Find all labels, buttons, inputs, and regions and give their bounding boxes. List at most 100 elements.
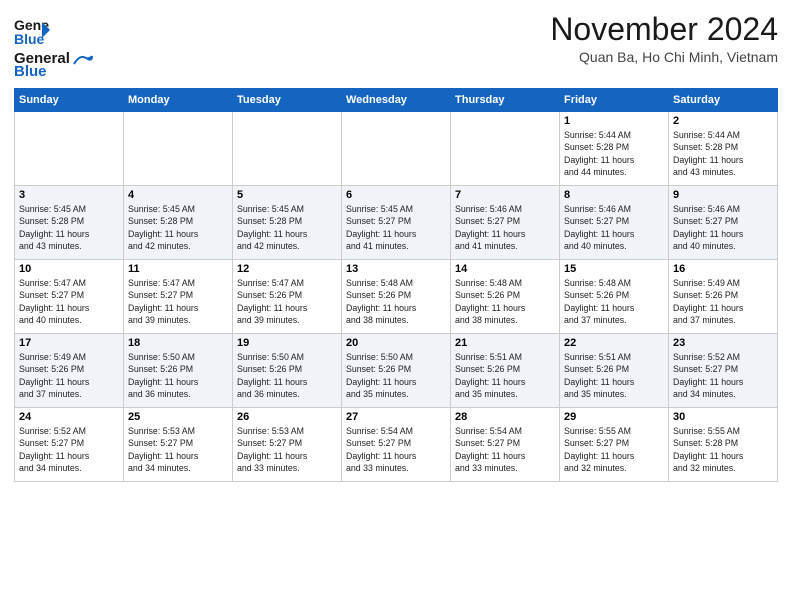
day-info: Sunrise: 5:52 AM Sunset: 5:27 PM Dayligh… — [19, 425, 119, 474]
calendar-cell: 8 Sunrise: 5:46 AM Sunset: 5:27 PM Daylig… — [560, 186, 669, 260]
day-number: 15 — [564, 263, 664, 275]
day-number: 5 — [237, 189, 337, 201]
day-number: 6 — [346, 189, 446, 201]
calendar-cell: 2 Sunrise: 5:44 AM Sunset: 5:28 PM Daylig… — [669, 112, 778, 186]
calendar-cell: 6Sunrise: 5:45 AM Sunset: 5:27 PM Daylig… — [342, 186, 451, 260]
weekday-header: Friday — [560, 89, 669, 112]
day-info: Sunrise: 5:46 AM Sunset: 5:27 PM Dayligh… — [673, 203, 773, 252]
calendar-cell: 1 Sunrise: 5:44 AM Sunset: 5:28 PM Daylig… — [560, 112, 669, 186]
calendar-cell: 11Sunrise: 5:47 AM Sunset: 5:27 PM Dayli… — [124, 260, 233, 334]
logo-bird-icon — [72, 52, 94, 66]
calendar-cell: 25 Sunrise: 5:53 AM Sunset: 5:27 PM Dayli… — [124, 408, 233, 482]
day-number: 14 — [455, 263, 555, 275]
day-number: 2 — [673, 115, 773, 127]
calendar-cell: 10 Sunrise: 5:47 AM Sunset: 5:27 PM Dayli… — [15, 260, 124, 334]
day-number: 10 — [19, 263, 119, 275]
calendar-cell — [342, 112, 451, 186]
calendar-cell: 9 Sunrise: 5:46 AM Sunset: 5:27 PM Daylig… — [669, 186, 778, 260]
calendar-cell: 18 Sunrise: 5:50 AM Sunset: 5:26 PM Dayli… — [124, 334, 233, 408]
day-info: Sunrise: 5:47 AM Sunset: 5:26 PM Dayligh… — [237, 277, 337, 326]
calendar-cell: 5 Sunrise: 5:45 AM Sunset: 5:28 PM Daylig… — [233, 186, 342, 260]
day-number: 16 — [673, 263, 773, 275]
weekday-header: Thursday — [451, 89, 560, 112]
calendar-cell: 29Sunrise: 5:55 AM Sunset: 5:27 PM Dayli… — [560, 408, 669, 482]
calendar-cell: 20Sunrise: 5:50 AM Sunset: 5:26 PM Dayli… — [342, 334, 451, 408]
title-area: November 2024 Quan Ba, Ho Chi Minh, Viet… — [550, 12, 778, 65]
calendar-cell: 4 Sunrise: 5:45 AM Sunset: 5:28 PM Daylig… — [124, 186, 233, 260]
day-number: 30 — [673, 411, 773, 423]
day-number: 22 — [564, 337, 664, 349]
calendar-cell — [15, 112, 124, 186]
day-info: Sunrise: 5:48 AM Sunset: 5:26 PM Dayligh… — [564, 277, 664, 326]
day-number: 12 — [237, 263, 337, 275]
day-info: Sunrise: 5:49 AM Sunset: 5:26 PM Dayligh… — [673, 277, 773, 326]
day-number: 19 — [237, 337, 337, 349]
day-info: Sunrise: 5:53 AM Sunset: 5:27 PM Dayligh… — [128, 425, 228, 474]
day-info: Sunrise: 5:45 AM Sunset: 5:28 PM Dayligh… — [128, 203, 228, 252]
calendar-cell: 7 Sunrise: 5:46 AM Sunset: 5:27 PM Daylig… — [451, 186, 560, 260]
month-title: November 2024 — [550, 12, 778, 47]
day-info: Sunrise: 5:48 AM Sunset: 5:26 PM Dayligh… — [346, 277, 446, 326]
logo: General Blue General Blue — [14, 12, 94, 80]
day-info: Sunrise: 5:44 AM Sunset: 5:28 PM Dayligh… — [564, 129, 664, 178]
calendar-cell — [233, 112, 342, 186]
day-number: 27 — [346, 411, 446, 423]
day-info: Sunrise: 5:53 AM Sunset: 5:27 PM Dayligh… — [237, 425, 337, 474]
calendar-week-row: 17Sunrise: 5:49 AM Sunset: 5:26 PM Dayli… — [15, 334, 778, 408]
day-info: Sunrise: 5:50 AM Sunset: 5:26 PM Dayligh… — [128, 351, 228, 400]
calendar-week-row: 3Sunrise: 5:45 AM Sunset: 5:28 PM Daylig… — [15, 186, 778, 260]
day-info: Sunrise: 5:45 AM Sunset: 5:28 PM Dayligh… — [19, 203, 119, 252]
day-number: 1 — [564, 115, 664, 127]
calendar-cell: 22 Sunrise: 5:51 AM Sunset: 5:26 PM Dayli… — [560, 334, 669, 408]
day-number: 8 — [564, 189, 664, 201]
day-info: Sunrise: 5:47 AM Sunset: 5:27 PM Dayligh… — [128, 277, 228, 326]
day-info: Sunrise: 5:55 AM Sunset: 5:27 PM Dayligh… — [564, 425, 664, 474]
day-number: 9 — [673, 189, 773, 201]
day-info: Sunrise: 5:47 AM Sunset: 5:27 PM Dayligh… — [19, 277, 119, 326]
logo-blue: Blue — [14, 63, 47, 80]
calendar-cell: 12 Sunrise: 5:47 AM Sunset: 5:26 PM Dayli… — [233, 260, 342, 334]
day-number: 20 — [346, 337, 446, 349]
day-info: Sunrise: 5:45 AM Sunset: 5:28 PM Dayligh… — [237, 203, 337, 252]
day-number: 24 — [19, 411, 119, 423]
calendar-cell: 30Sunrise: 5:55 AM Sunset: 5:28 PM Dayli… — [669, 408, 778, 482]
day-number: 7 — [455, 189, 555, 201]
location: Quan Ba, Ho Chi Minh, Vietnam — [550, 49, 778, 65]
calendar-cell: 3Sunrise: 5:45 AM Sunset: 5:28 PM Daylig… — [15, 186, 124, 260]
calendar-cell: 27Sunrise: 5:54 AM Sunset: 5:27 PM Dayli… — [342, 408, 451, 482]
day-info: Sunrise: 5:52 AM Sunset: 5:27 PM Dayligh… — [673, 351, 773, 400]
calendar-cell — [451, 112, 560, 186]
weekday-header: Tuesday — [233, 89, 342, 112]
calendar-cell: 21Sunrise: 5:51 AM Sunset: 5:26 PM Dayli… — [451, 334, 560, 408]
calendar-table: SundayMondayTuesdayWednesdayThursdayFrid… — [14, 88, 778, 482]
calendar-week-row: 1 Sunrise: 5:44 AM Sunset: 5:28 PM Daylig… — [15, 112, 778, 186]
weekday-header: Sunday — [15, 89, 124, 112]
calendar-cell: 24 Sunrise: 5:52 AM Sunset: 5:27 PM Dayli… — [15, 408, 124, 482]
calendar-cell: 23 Sunrise: 5:52 AM Sunset: 5:27 PM Dayli… — [669, 334, 778, 408]
calendar-cell: 26Sunrise: 5:53 AM Sunset: 5:27 PM Dayli… — [233, 408, 342, 482]
calendar-header-row: SundayMondayTuesdayWednesdayThursdayFrid… — [15, 89, 778, 112]
logo-icon: General Blue — [14, 12, 50, 48]
day-number: 18 — [128, 337, 228, 349]
calendar-cell: 28 Sunrise: 5:54 AM Sunset: 5:27 PM Dayli… — [451, 408, 560, 482]
day-number: 13 — [346, 263, 446, 275]
day-number: 28 — [455, 411, 555, 423]
day-number: 4 — [128, 189, 228, 201]
day-info: Sunrise: 5:46 AM Sunset: 5:27 PM Dayligh… — [455, 203, 555, 252]
day-info: Sunrise: 5:46 AM Sunset: 5:27 PM Dayligh… — [564, 203, 664, 252]
header: General Blue General Blue November 2024 … — [14, 12, 778, 80]
calendar-week-row: 10 Sunrise: 5:47 AM Sunset: 5:27 PM Dayli… — [15, 260, 778, 334]
day-info: Sunrise: 5:50 AM Sunset: 5:26 PM Dayligh… — [237, 351, 337, 400]
weekday-header: Monday — [124, 89, 233, 112]
day-number: 25 — [128, 411, 228, 423]
calendar-cell: 19 Sunrise: 5:50 AM Sunset: 5:26 PM Dayli… — [233, 334, 342, 408]
page: General Blue General Blue November 2024 … — [0, 0, 792, 612]
day-number: 23 — [673, 337, 773, 349]
calendar-cell: 17Sunrise: 5:49 AM Sunset: 5:26 PM Dayli… — [15, 334, 124, 408]
day-info: Sunrise: 5:44 AM Sunset: 5:28 PM Dayligh… — [673, 129, 773, 178]
day-info: Sunrise: 5:54 AM Sunset: 5:27 PM Dayligh… — [455, 425, 555, 474]
calendar-cell: 14Sunrise: 5:48 AM Sunset: 5:26 PM Dayli… — [451, 260, 560, 334]
day-number: 21 — [455, 337, 555, 349]
day-info: Sunrise: 5:51 AM Sunset: 5:26 PM Dayligh… — [564, 351, 664, 400]
day-info: Sunrise: 5:49 AM Sunset: 5:26 PM Dayligh… — [19, 351, 119, 400]
